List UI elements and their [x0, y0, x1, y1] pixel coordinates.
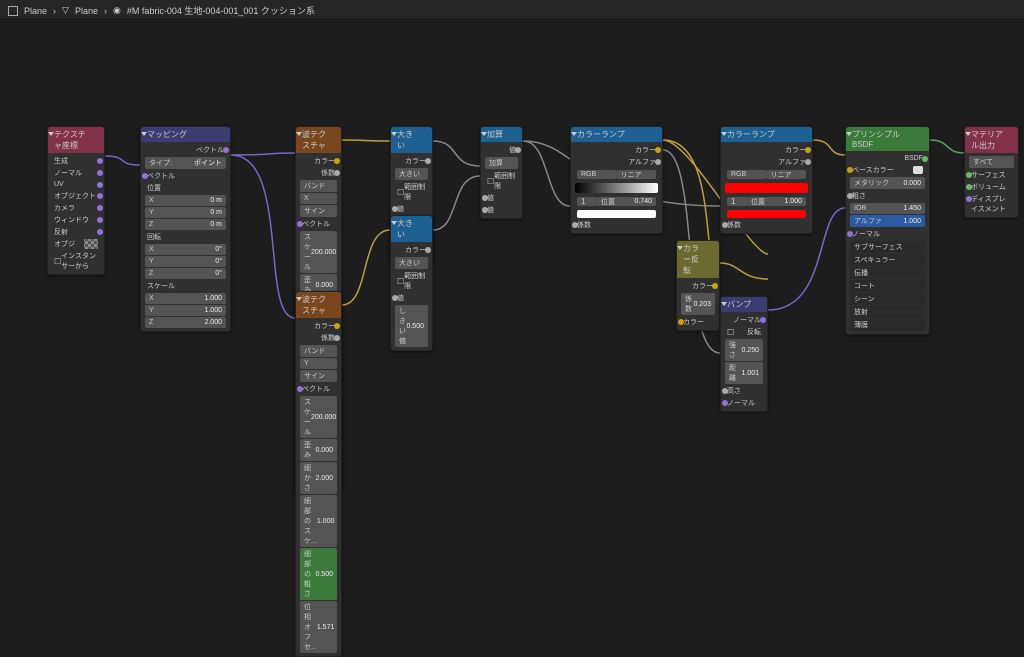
node-header[interactable]: マッピング [141, 127, 230, 142]
color-swatch[interactable] [577, 210, 656, 218]
node-color-ramp-1[interactable]: カラーランプ カラー アルファ RGBリニア 1位置0.740 係数 [570, 126, 663, 234]
node-bump[interactable]: バンプ ノーマル ☐反転 強さ0.250 距離1.001 高さ ノーマル [720, 296, 768, 412]
color-ramp-gradient[interactable] [725, 183, 808, 193]
node-texture-coordinate[interactable]: テクスチャ座標 生成 ノーマル UV オブジェクト カメラ ウィンドウ 反射 オ… [47, 126, 105, 275]
bc-material[interactable]: #M fabric-004 生地-004-001_001 クッション系 [127, 4, 315, 17]
node-principled-bsdf[interactable]: プリンシプルBSDF BSDF ベースカラー メタリック0.000 粗さ IOR… [845, 126, 930, 335]
type-dropdown[interactable]: タイプ:ポイント [145, 157, 226, 169]
object-icon [8, 6, 18, 16]
node-greater-than-2[interactable]: 大きい カラー 大きい ☐範囲制限 値 しきい値0.500 [390, 215, 433, 351]
bc-mesh[interactable]: Plane [75, 6, 98, 16]
color-swatch[interactable] [727, 210, 806, 218]
checkbox-icon[interactable]: ☐ [54, 257, 61, 266]
eyedropper-icon[interactable] [84, 239, 98, 249]
material-icon: ◉ [113, 5, 121, 16]
bc-object[interactable]: Plane [24, 6, 47, 16]
node-color-ramp-2[interactable]: カラーランプ カラー アルファ RGBリニア 1位置1.000 係数 [720, 126, 813, 234]
mesh-icon: ▽ [62, 5, 69, 16]
node-material-output[interactable]: マテリアル出力 すべて サーフェス ボリューム ディスプレイスメント [964, 126, 1019, 218]
node-header[interactable]: テクスチャ座標 [48, 127, 104, 153]
node-mapping[interactable]: マッピング ベクトル タイプ:ポイント ベクトル 位置 X0 m Y0 m Z0… [140, 126, 231, 332]
node-math-add[interactable]: 加算 値 加算 ☐範囲制限 値 値 [480, 126, 523, 219]
node-invert[interactable]: カラー反転 カラー 係数0.203 カラー [676, 240, 720, 331]
color-ramp-gradient[interactable] [575, 183, 658, 193]
node-editor-canvas[interactable]: テクスチャ座標 生成 ノーマル UV オブジェクト カメラ ウィンドウ 反射 オ… [0, 18, 1024, 576]
node-wave-texture-2[interactable]: 波テクスチャ カラー 係数 バンド Y サイン ベクトル スケール200.000… [295, 291, 342, 657]
